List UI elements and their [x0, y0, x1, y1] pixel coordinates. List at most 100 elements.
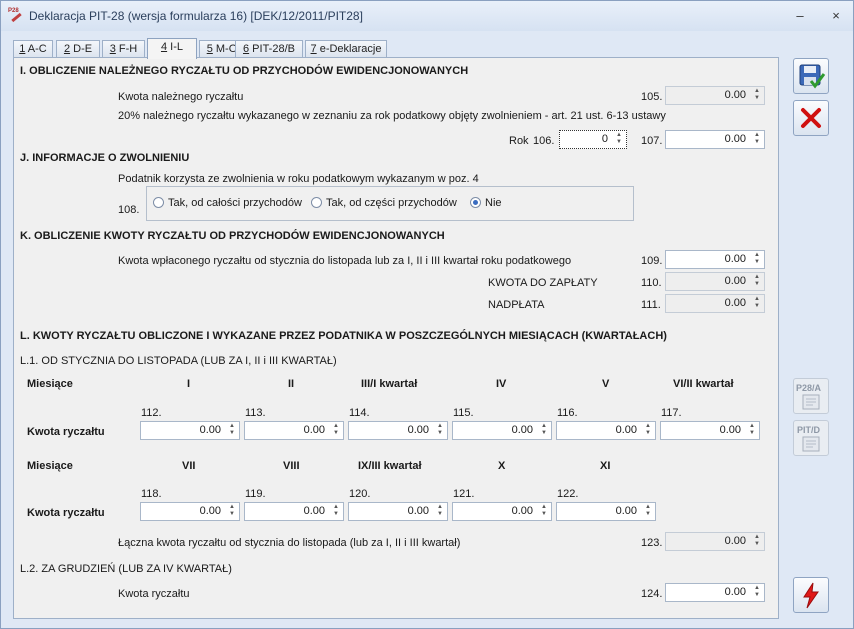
section-i-info: 20% należnego ryczałtu wykazanego w zezn… [118, 110, 666, 122]
radio-nie[interactable]: Nie [470, 197, 502, 209]
month-header: I [187, 378, 191, 390]
pos-120-label: 120. [349, 488, 371, 500]
pos-106-label: 106. [533, 135, 555, 147]
spinner-icon: ▲ ▼ [437, 504, 443, 517]
month-header: II [288, 378, 295, 390]
field-116[interactable]: 0.00 ▲ ▼ [556, 421, 656, 440]
month-header: VII [182, 460, 196, 472]
spinner-icon: ▲ ▼ [541, 504, 547, 517]
pos-121-label: 121. [453, 488, 475, 500]
tab-i-l[interactable]: 4 I-L [147, 38, 197, 59]
kwota-do-zaplaty-label: KWOTA DO ZAPŁATY [488, 277, 598, 289]
section-i-title: I. OBLICZENIE NALEŻNEGO RYCZAŁTU OD PRZY… [20, 65, 469, 77]
pos-124-label: 124. [641, 588, 663, 600]
execute-button[interactable] [793, 577, 829, 613]
p28a-button[interactable]: P28/A [793, 378, 829, 414]
field-120[interactable]: 0.00 ▲ ▼ [348, 502, 448, 521]
tab-d-e[interactable]: 2 D-E [56, 40, 100, 58]
spinner-icon: ▲ ▼ [645, 504, 651, 517]
kwota-ryczaltu-grudzien-label: Kwota ryczałtu [118, 588, 190, 600]
spinner-icon: ▲ ▼ [333, 423, 339, 436]
spinner-icon: ▲ ▼ [754, 274, 760, 287]
month-header: V [602, 378, 610, 390]
pos-114-label: 114. [349, 407, 370, 419]
field-118[interactable]: 0.00 ▲ ▼ [140, 502, 240, 521]
spinner-icon: ▲ ▼ [645, 423, 651, 436]
section-j-title: J. INFORMACJE O ZWOLNIENIU [20, 152, 190, 164]
tab-pit-28b[interactable]: 6 PIT-28/B [235, 40, 303, 58]
field-111: 0.00 ▲ ▼ [665, 294, 765, 313]
window: P28 Deklaracja PIT-28 (wersja formularza… [0, 0, 854, 629]
nadplata-label: NADPŁATA [488, 299, 545, 311]
pos-115-label: 115. [453, 407, 474, 419]
month-header: IX/III kwartał [358, 460, 422, 472]
miesiace-label-1: Miesiące [27, 378, 73, 390]
spinner-icon: ▲ ▼ [754, 296, 760, 309]
field-106-rok[interactable]: 0 ▲ ▼ [559, 130, 627, 149]
radio-selected-icon [470, 197, 481, 208]
radio-tak-calosci[interactable]: Tak, od całości przychodów [153, 197, 302, 209]
spinner-icon: ▲ ▼ [616, 132, 622, 145]
month-header: VI/II kwartał [673, 378, 734, 390]
zwolnienie-radio-group: Tak, od całości przychodów Tak, od częśc… [146, 186, 634, 221]
spinner-icon: ▲ ▼ [541, 423, 547, 436]
spinner-icon: ▲ ▼ [754, 534, 760, 547]
pos-105-label: 105. [641, 91, 663, 103]
pos-123-label: 123. [641, 537, 663, 549]
miesiace-label-2: Miesiące [27, 460, 73, 472]
tab-f-h[interactable]: 3 F-H [102, 40, 145, 58]
document-icon [802, 394, 820, 410]
field-109[interactable]: 0.00 ▲ ▼ [665, 250, 765, 269]
field-117[interactable]: 0.00 ▲ ▼ [660, 421, 760, 440]
pos-118-label: 118. [141, 488, 162, 500]
month-header: III/I kwartał [361, 378, 418, 390]
month-header: X [498, 460, 506, 472]
spinner-icon: ▲ ▼ [749, 423, 755, 436]
section-l2-subtitle: L.2. ZA GRUDZIEŃ (LUB ZA IV KWARTAŁ) [20, 563, 232, 575]
section-l-title: L. KWOTY RYCZAŁTU OBLICZONE I WYKAZANE P… [20, 330, 667, 342]
kwota-ryczaltu-label-2: Kwota ryczałtu [27, 507, 105, 519]
radio-icon [153, 197, 164, 208]
field-124[interactable]: 0.00 ▲ ▼ [665, 583, 765, 602]
pos-111-label: 111. [641, 299, 661, 311]
spinner-icon: ▲ ▼ [229, 423, 235, 436]
spinner-icon: ▲ ▼ [333, 504, 339, 517]
field-113[interactable]: 0.00 ▲ ▼ [244, 421, 344, 440]
spinner-icon: ▲ ▼ [754, 585, 760, 598]
field-115[interactable]: 0.00 ▲ ▼ [452, 421, 552, 440]
window-title: Deklaracja PIT-28 (wersja formularza 16)… [29, 9, 363, 23]
tab-e-deklaracje[interactable]: 7 e-Deklaracje [305, 40, 387, 58]
field-105: 0.00 ▲ ▼ [665, 86, 765, 105]
close-icon[interactable]: × [827, 7, 845, 25]
radio-icon [311, 197, 322, 208]
pos-113-label: 113. [245, 407, 266, 419]
spinner-icon: ▲ ▼ [754, 252, 760, 265]
tab-a-c[interactable]: 1 A-C [13, 40, 53, 58]
pos-112-label: 112. [141, 407, 162, 419]
pitd-button[interactable]: PIT/D [793, 420, 829, 456]
radio-tak-czesci[interactable]: Tak, od części przychodów [311, 197, 457, 209]
pos-107-label: 107. [641, 135, 663, 147]
field-107[interactable]: 0.00 ▲ ▼ [665, 130, 765, 149]
spinner-icon: ▲ ▼ [229, 504, 235, 517]
rok-label: Rok [509, 135, 529, 147]
field-112[interactable]: 0.00 ▲ ▼ [140, 421, 240, 440]
pos-122-label: 122. [557, 488, 579, 500]
cancel-icon [801, 108, 821, 128]
field-121[interactable]: 0.00 ▲ ▼ [452, 502, 552, 521]
minimize-icon[interactable]: – [791, 7, 809, 25]
pos-119-label: 119. [245, 488, 266, 500]
pos-117-label: 117. [661, 407, 682, 419]
field-123: 0.00 ▲ ▼ [665, 532, 765, 551]
field-119[interactable]: 0.00 ▲ ▼ [244, 502, 344, 521]
spinner-icon: ▲ ▼ [754, 88, 760, 101]
kwota-naleznego-label: Kwota należnego ryczałtu [118, 91, 244, 103]
document-icon [802, 436, 820, 452]
field-110: 0.00 ▲ ▼ [665, 272, 765, 291]
save-button[interactable] [793, 58, 829, 94]
section-k-title: K. OBLICZENIE KWOTY RYCZAŁTU OD PRZYCHOD… [20, 230, 445, 242]
save-icon [799, 64, 826, 89]
field-114[interactable]: 0.00 ▲ ▼ [348, 421, 448, 440]
cancel-button[interactable] [793, 100, 829, 136]
field-122[interactable]: 0.00 ▲ ▼ [556, 502, 656, 521]
